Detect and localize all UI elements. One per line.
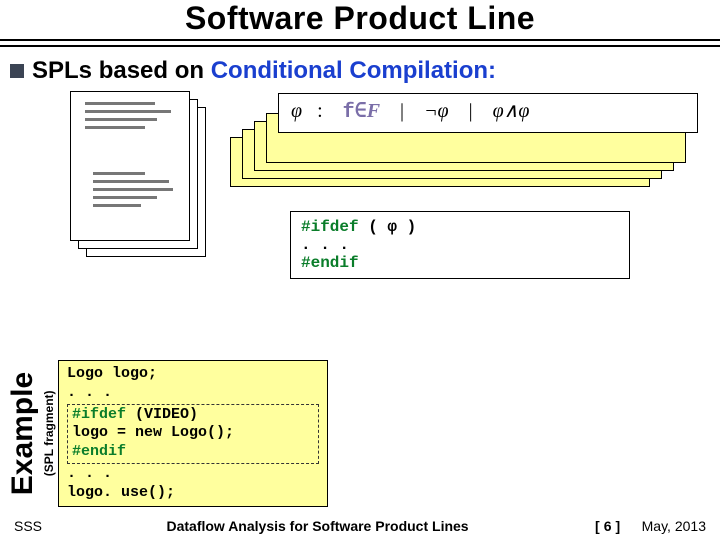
diagram-area: φ : f∈F | ¬φ | φ∧φ #ifdef ( φ ) . . . #e… [70, 91, 720, 321]
phi-lhs: φ [291, 100, 302, 122]
ifdef-body: . . . [301, 236, 619, 254]
pipe1: | [400, 100, 404, 122]
code-l3: #ifdef (VIDEO) [72, 406, 314, 425]
grammar-box: φ : f∈F | ¬φ | φ∧φ [278, 93, 698, 133]
colon: : [317, 100, 323, 122]
grammar-F: F [367, 100, 380, 122]
code-ifdef-block: #ifdef (VIDEO) logo = new Logo(); #endif [67, 404, 319, 464]
example-label: Example [6, 360, 40, 507]
footer-date: May, 2013 [642, 518, 706, 534]
footer-mid: Dataflow Analysis for Software Product L… [166, 518, 468, 534]
example-code: Logo logo; . . . #ifdef (VIDEO) logo = n… [58, 360, 328, 507]
code-l1: Logo logo; [67, 365, 319, 384]
page-num: 6 [604, 518, 612, 534]
ifdef-line: #ifdef ( φ ) [301, 218, 619, 236]
bullet-text: SPLs based on Conditional Compilation: [32, 57, 496, 85]
code-l5: #endif [72, 443, 314, 462]
main-bullet: SPLs based on Conditional Compilation: [0, 47, 720, 91]
endif-kw: #endif [301, 254, 619, 272]
grammar-neg: ¬φ [424, 100, 449, 122]
bracket-l: [ [595, 518, 600, 534]
code-l6: . . . [67, 465, 319, 484]
grammar-stack: φ : f∈F | ¬φ | φ∧φ [230, 101, 690, 191]
example-block: Example (SPL fragment) Logo logo; . . . … [6, 360, 328, 507]
grammar-f: f [343, 101, 355, 124]
footer-page: [6] [593, 518, 622, 534]
footer-left: SSS [14, 518, 42, 534]
code-ifdef-kw: #ifdef [72, 406, 126, 423]
bullet-text-blue: Conditional Compilation: [211, 57, 496, 84]
example-sublabel: (SPL fragment) [40, 360, 58, 507]
ifdef-kw: #ifdef [301, 218, 359, 236]
code-ifdef-cond: (VIDEO) [126, 406, 198, 423]
code-l7: logo. use(); [67, 484, 319, 503]
doc-front [70, 91, 190, 241]
footer: SSS Dataflow Analysis for Software Produ… [0, 518, 720, 534]
title-rule [0, 39, 720, 47]
grammar-in: ∈ [355, 101, 367, 124]
grammar-and: φ∧φ [493, 100, 530, 122]
slide-title: Software Product Line [0, 0, 720, 39]
footer-right-group: [6] May, 2013 [593, 518, 706, 534]
code-l2: . . . [67, 384, 319, 403]
ifdef-cond: ( φ ) [359, 218, 417, 236]
bullet-text-prefix: SPLs based on [32, 57, 211, 84]
ifdef-template-box: #ifdef ( φ ) . . . #endif [290, 211, 630, 279]
pipe2: | [469, 100, 473, 122]
bullet-icon [10, 64, 24, 78]
code-l4: logo = new Logo(); [72, 424, 314, 443]
bracket-r: ] [616, 518, 621, 534]
